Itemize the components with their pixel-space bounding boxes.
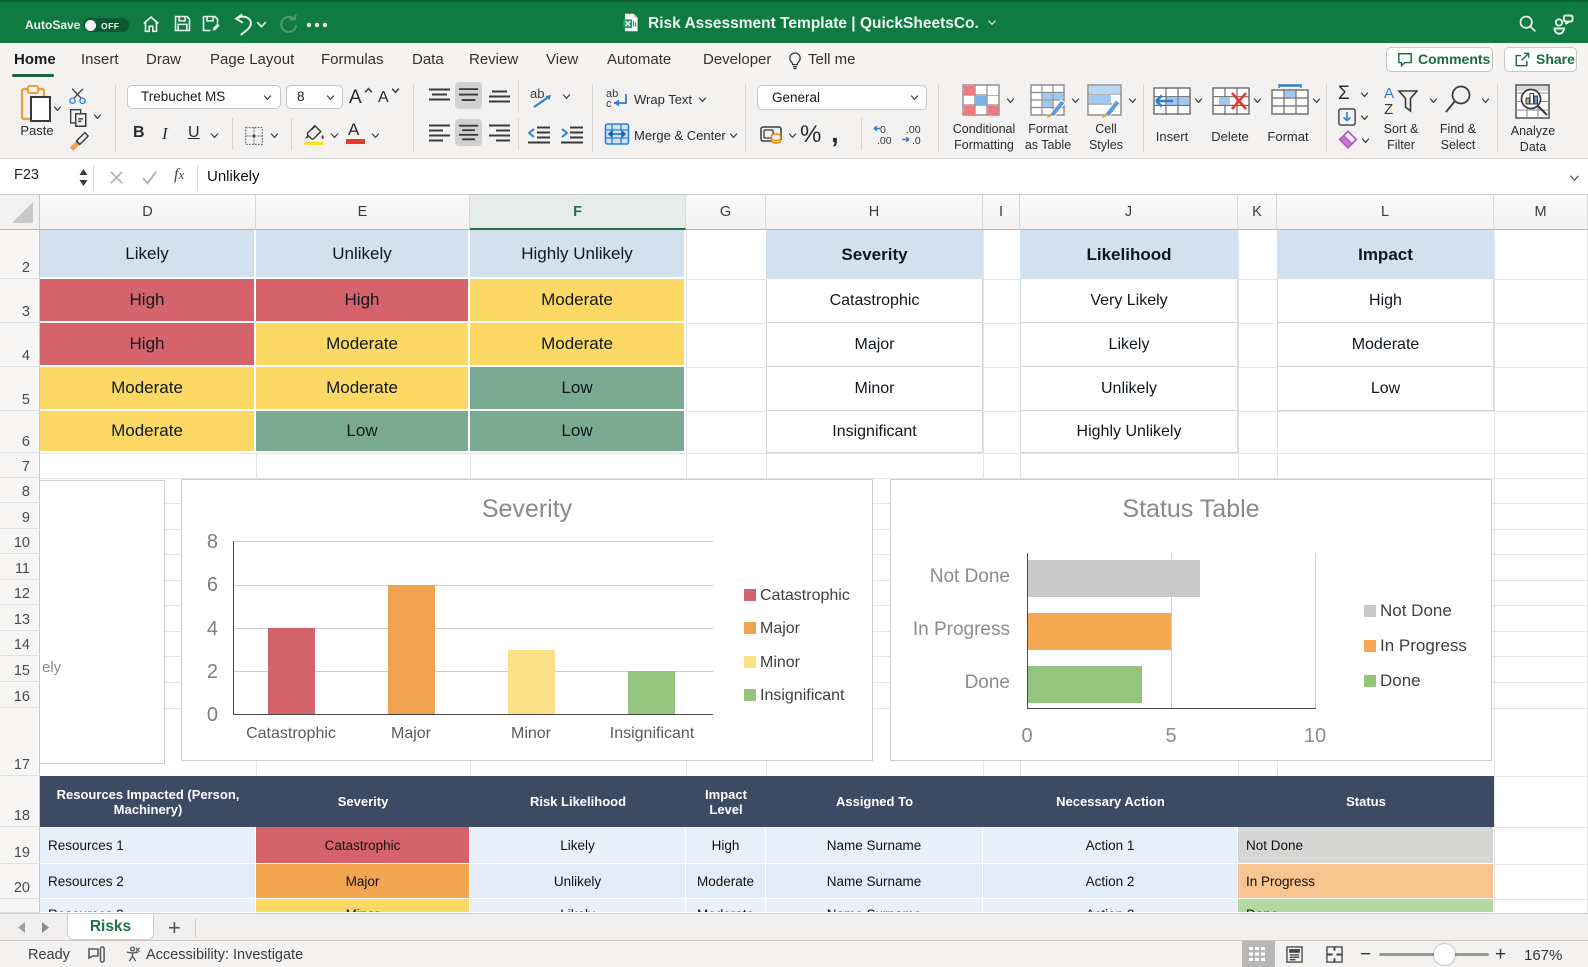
- svg-text:.0: .0: [912, 135, 921, 146]
- svg-text:.00: .00: [877, 135, 892, 146]
- svg-text:ab: ab: [530, 86, 544, 101]
- svg-text:A: A: [1384, 85, 1394, 102]
- svg-text:Z: Z: [1384, 101, 1393, 116]
- svg-text:c: c: [606, 98, 612, 109]
